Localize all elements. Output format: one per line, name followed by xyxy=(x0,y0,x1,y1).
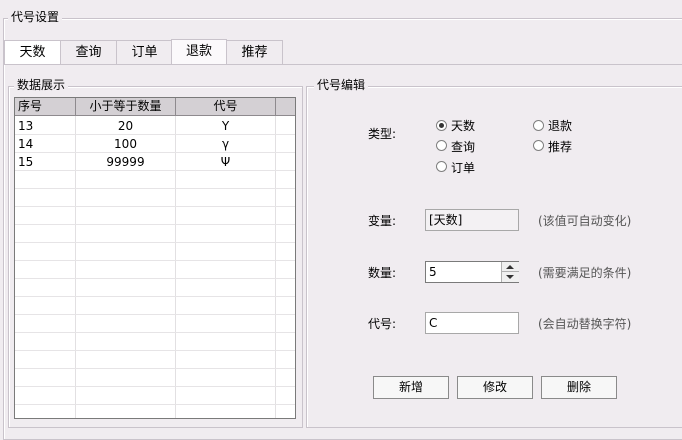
variable-hint: (该值可自动变化) xyxy=(538,214,632,228)
table-row-quantity[interactable]: 20 xyxy=(76,117,175,135)
type-option-order-label[interactable]: 订单 xyxy=(451,160,475,176)
data-table[interactable]: 序号 小于等于数量 代号 13 20 Υ 14 100 γ 15 99999 Ψ xyxy=(14,97,296,419)
quantity-hint: (需要满足的条件) xyxy=(538,266,632,280)
column-divider xyxy=(275,116,276,418)
row-divider xyxy=(15,314,295,315)
tab-refund[interactable]: 退款 xyxy=(171,39,227,65)
chevron-down-icon[interactable] xyxy=(506,275,514,279)
table-row-code[interactable]: Υ xyxy=(176,117,275,135)
type-option-recommend-label[interactable]: 推荐 xyxy=(548,139,572,155)
edit-panel-title: 代号编辑 xyxy=(314,78,369,92)
code-hint: (会自动替换字符) xyxy=(538,317,632,331)
type-option-days-label[interactable]: 天数 xyxy=(451,118,475,134)
type-radio-refund[interactable] xyxy=(533,120,544,131)
code-label: 代号: xyxy=(368,317,397,331)
row-divider xyxy=(15,224,295,225)
row-divider xyxy=(15,188,295,189)
type-radio-days[interactable] xyxy=(436,120,447,131)
type-option-refund-label[interactable]: 退款 xyxy=(548,118,572,134)
column-header-code[interactable]: 代号 xyxy=(176,98,276,116)
add-button[interactable]: 新增 xyxy=(373,376,449,399)
table-row-code[interactable]: Ψ xyxy=(176,153,275,171)
table-row-id[interactable]: 13 xyxy=(18,117,33,135)
tab-content-border xyxy=(3,64,682,65)
chevron-up-icon[interactable] xyxy=(506,265,514,269)
type-option-query-label[interactable]: 查询 xyxy=(451,139,475,155)
table-row-id[interactable]: 14 xyxy=(18,135,33,153)
table-row-quantity[interactable]: 100 xyxy=(76,135,175,153)
row-divider xyxy=(15,206,295,207)
type-radio-query[interactable] xyxy=(436,140,447,151)
row-divider xyxy=(15,242,295,243)
row-divider xyxy=(15,368,295,369)
tab-query[interactable]: 查询 xyxy=(60,40,117,64)
window-title: 代号设置 xyxy=(8,10,63,24)
tab-recommend[interactable]: 推荐 xyxy=(226,40,283,64)
row-divider xyxy=(15,296,295,297)
type-radio-order[interactable] xyxy=(436,161,447,172)
type-label: 类型: xyxy=(368,127,397,141)
table-row-code[interactable]: γ xyxy=(176,135,275,153)
quantity-stepper-buttons[interactable] xyxy=(501,262,519,282)
row-divider xyxy=(15,260,295,261)
delete-button[interactable]: 删除 xyxy=(541,376,617,399)
code-input[interactable]: C xyxy=(425,312,519,334)
variable-field: [天数] xyxy=(425,209,519,231)
table-row-quantity[interactable]: 99999 xyxy=(76,153,175,171)
variable-label: 变量: xyxy=(368,214,397,228)
column-header-id[interactable]: 序号 xyxy=(15,98,76,116)
row-divider xyxy=(15,350,295,351)
column-header-quantity[interactable]: 小于等于数量 xyxy=(76,98,176,116)
type-radio-recommend[interactable] xyxy=(533,140,544,151)
tab-days[interactable]: 天数 xyxy=(4,40,61,64)
quantity-label: 数量: xyxy=(368,266,397,280)
stepper-divider xyxy=(502,271,519,272)
data-panel-title: 数据展示 xyxy=(14,78,69,92)
row-divider xyxy=(15,404,295,405)
row-divider xyxy=(15,386,295,387)
table-row-id[interactable]: 15 xyxy=(18,153,33,171)
modify-button[interactable]: 修改 xyxy=(457,376,533,399)
column-header-filler xyxy=(276,98,295,116)
row-divider xyxy=(15,278,295,279)
tab-order[interactable]: 订单 xyxy=(116,40,173,64)
row-divider xyxy=(15,332,295,333)
